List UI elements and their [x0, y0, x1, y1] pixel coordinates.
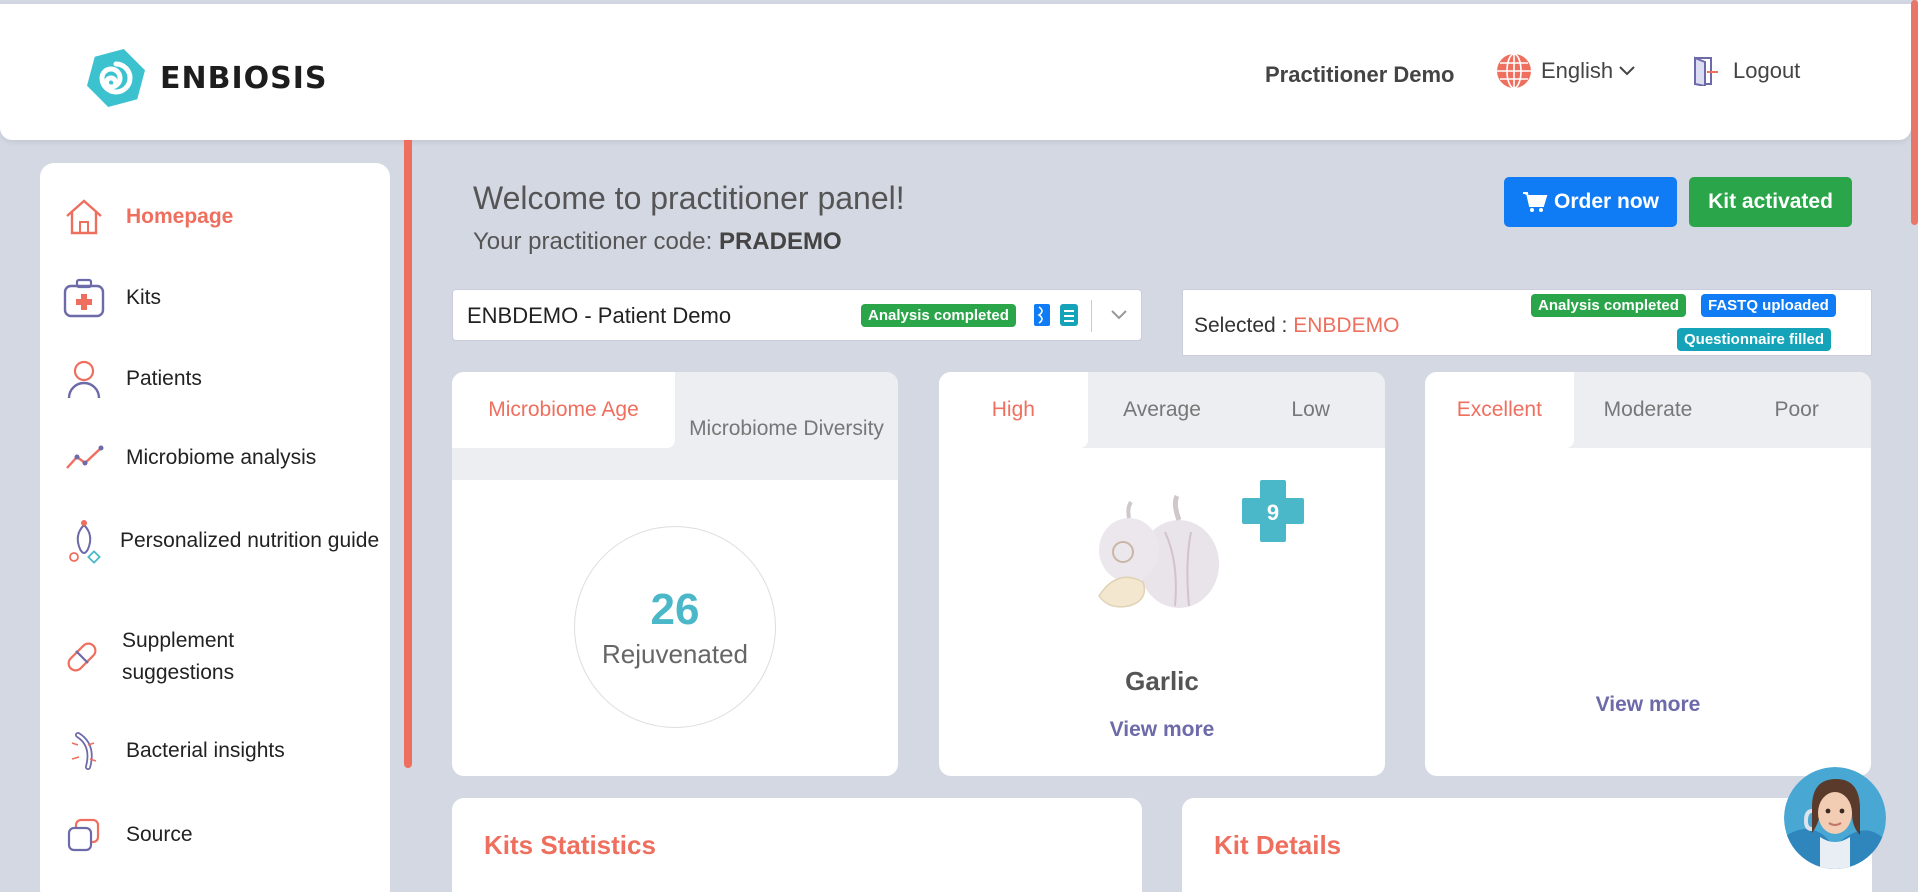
sidebar-item-label: Microbiome analysis [126, 446, 317, 469]
top-header: ENBIOSIS Practitioner Demo English Logou… [0, 4, 1911, 140]
quality-card: Excellent Moderate Poor View more [1425, 372, 1871, 776]
selected-patient-info: Selected : ENBDEMO Analysis completed FA… [1182, 289, 1872, 356]
logout-button[interactable]: Logout [1693, 56, 1800, 86]
tab-high[interactable]: High [939, 372, 1088, 448]
sidebar-item-label: Personalized nutrition guide [120, 529, 380, 552]
view-more-link[interactable]: View more [939, 718, 1385, 742]
sidebar-item-nutrition-guide[interactable]: Personalized nutrition guide [62, 519, 380, 564]
microbiome-card: Microbiome Age Microbiome Diversity 26 R… [452, 372, 898, 776]
card-tabs: Excellent Moderate Poor [1425, 372, 1871, 448]
sidebar-item-supplement-suggestions[interactable]: Supplement suggestions [62, 625, 322, 689]
kits-statistics-title: Kits Statistics [484, 830, 656, 860]
enbiosis-logo-icon [87, 49, 145, 107]
sidebar-item-homepage[interactable]: Homepage [62, 195, 233, 239]
microbiome-age-label: Rejuvenated [602, 638, 748, 669]
sidebar-item-label: Bacterial insights [126, 739, 285, 762]
kit-icon [62, 276, 106, 320]
tab-average[interactable]: Average [1088, 372, 1237, 448]
page-scrollbar[interactable] [1911, 0, 1918, 225]
nutrition-icon [62, 519, 106, 564]
sidebar-item-label: Kits [126, 286, 162, 309]
tab-moderate[interactable]: Moderate [1574, 372, 1723, 448]
chart-line-icon [62, 436, 106, 480]
kit-details-card: Kit Details [1182, 798, 1872, 892]
microbiome-age-value: 26 [650, 584, 700, 634]
bacteria-icon [62, 729, 106, 773]
status-badge: Analysis completed [1531, 294, 1686, 317]
status-badge: FASTQ uploaded [1701, 294, 1836, 317]
view-more-link[interactable]: View more [1425, 693, 1871, 717]
language-label: English [1541, 58, 1614, 83]
home-icon [62, 195, 106, 239]
tab-excellent[interactable]: Excellent [1425, 372, 1574, 448]
kit-activated-button[interactable]: Kit activated [1689, 177, 1852, 227]
sidebar-item-label: Patients [126, 367, 202, 390]
document-icon[interactable] [1059, 303, 1079, 327]
brand-logo[interactable]: ENBIOSIS [84, 46, 328, 110]
globe-icon [1497, 53, 1531, 89]
practitioner-code: Your practitioner code: PRADEMO [473, 228, 842, 256]
user-icon [62, 357, 106, 401]
tab-poor[interactable]: Poor [1722, 372, 1871, 448]
card-tabs: High Average Low [939, 372, 1385, 448]
tab-microbiome-diversity[interactable]: Microbiome Diversity [675, 372, 898, 480]
practitioner-code-label: Your practitioner code: [473, 228, 719, 255]
page-title: Welcome to practitioner panel! [473, 180, 905, 216]
cart-icon [1522, 192, 1548, 212]
source-icon [62, 813, 106, 857]
logout-label: Logout [1733, 58, 1801, 83]
tab-microbiome-age[interactable]: Microbiome Age [452, 372, 675, 448]
sidebar-item-label: Supplement suggestions [122, 629, 235, 684]
pill-icon [62, 635, 102, 679]
assistant-avatar-icon [1784, 767, 1886, 869]
card-tabs: Microbiome Age Microbiome Diversity [452, 372, 898, 480]
brand-name: ENBIOSIS [160, 60, 328, 96]
content-accent-bar [404, 140, 412, 768]
sidebar-item-bacterial-insights[interactable]: Bacterial insights [62, 729, 285, 773]
dna-file-icon[interactable] [1033, 303, 1051, 327]
selected-label: Selected : ENBDEMO [1194, 314, 1400, 337]
selected-value: ENBDEMO [1293, 314, 1400, 337]
assistant-avatar-button[interactable] [1784, 767, 1886, 869]
sidebar-item-microbiome-analysis[interactable]: Microbiome analysis [62, 436, 316, 480]
order-now-label: Order now [1553, 190, 1659, 213]
practitioner-code-value: PRADEMO [718, 228, 842, 255]
kit-details-title: Kit Details [1214, 830, 1342, 860]
kits-statistics-card: Kits Statistics [452, 798, 1142, 892]
status-badge: Questionnaire filled [1677, 328, 1832, 351]
chevron-down-icon[interactable] [1111, 310, 1127, 320]
sidebar: Homepage Kits Patients Microbiome analys… [40, 163, 390, 892]
score-plus-icon: 9 [1242, 480, 1304, 542]
order-now-button[interactable]: Order now [1504, 177, 1677, 227]
garlic-image [1098, 494, 1219, 608]
sidebar-item-label: Source [126, 823, 193, 846]
sidebar-item-kits[interactable]: Kits [62, 276, 161, 320]
food-card: High Average Low 9 Garlic View more [939, 372, 1385, 776]
patient-select[interactable]: ENBDEMO - Patient Demo Analysis complete… [452, 289, 1142, 341]
logout-icon [1694, 56, 1718, 86]
chevron-down-icon [1619, 66, 1635, 76]
food-name: Garlic [1125, 666, 1199, 696]
tab-low[interactable]: Low [1236, 372, 1385, 448]
microbiome-age-circle: 26 Rejuvenated [574, 526, 776, 728]
status-badge: Analysis completed [861, 304, 1016, 327]
sidebar-item-patients[interactable]: Patients [62, 357, 202, 401]
patient-select-value: ENBDEMO - Patient Demo [467, 303, 732, 328]
sidebar-item-label: Homepage [126, 205, 234, 228]
sidebar-item-source[interactable]: Source [62, 813, 193, 857]
food-score: 9 [1267, 500, 1279, 525]
select-divider [1091, 300, 1092, 332]
user-name[interactable]: Practitioner Demo [1265, 62, 1455, 88]
language-selector[interactable]: English [1495, 52, 1635, 90]
